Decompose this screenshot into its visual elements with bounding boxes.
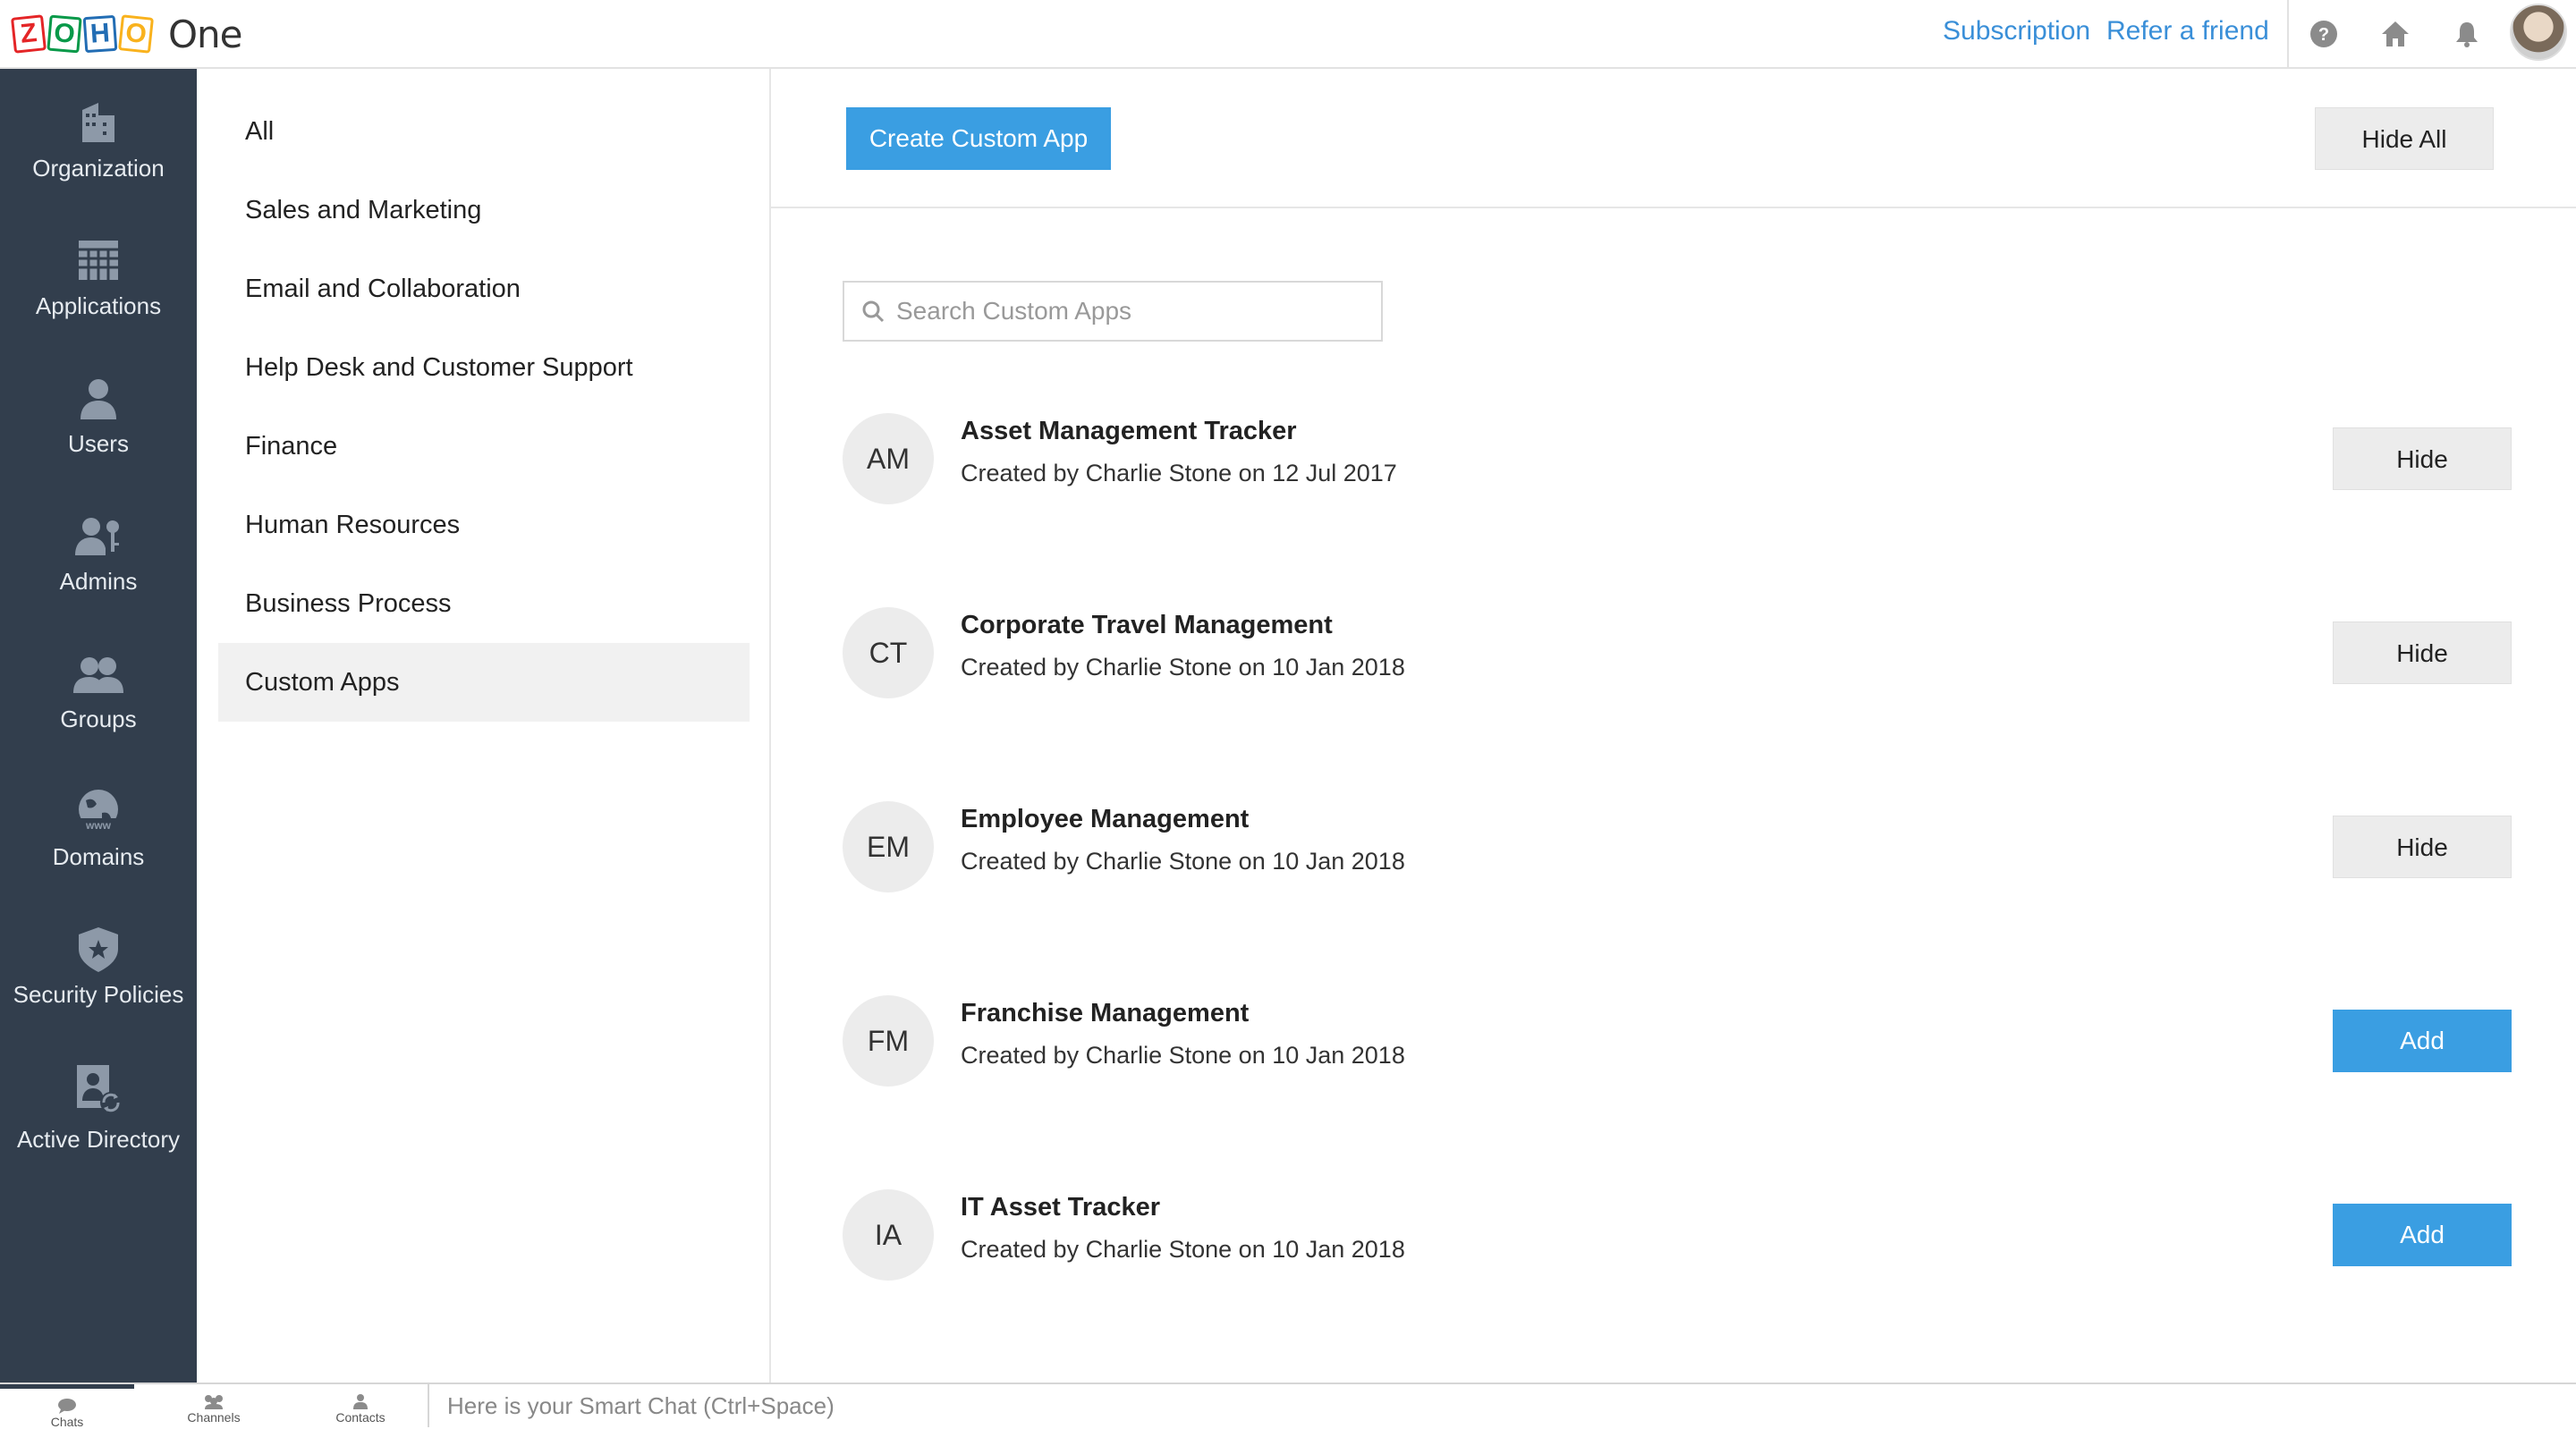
sidebar-item-applications[interactable]: Applications bbox=[0, 235, 197, 360]
sidebar-item-label: Security Policies bbox=[13, 981, 184, 1008]
app-created-by: Created by Charlie Stone on 10 Jan 2018 bbox=[961, 848, 1405, 875]
app-name[interactable]: Employee Management bbox=[961, 805, 1249, 834]
building-icon bbox=[82, 103, 114, 142]
app-avatar: FM bbox=[843, 995, 934, 1087]
tab-label: Chats bbox=[50, 1415, 84, 1429]
tab-chats[interactable]: Chats bbox=[0, 1384, 134, 1429]
app-created-by: Created by Charlie Stone on 10 Jan 2018 bbox=[961, 654, 1405, 681]
sidebar-item-users[interactable]: Users bbox=[0, 373, 197, 498]
search-icon bbox=[862, 300, 885, 323]
category-finance[interactable]: Finance bbox=[218, 407, 750, 486]
app-created-by: Created by Charlie Stone on 12 Jul 2017 bbox=[961, 460, 1397, 486]
category-business-process[interactable]: Business Process bbox=[218, 564, 750, 643]
app-row: CT Corporate Travel Management Created b… bbox=[843, 607, 2512, 700]
category-human-resources[interactable]: Human Resources bbox=[218, 486, 750, 564]
bottom-chat-bar: Chats Channels Contacts bbox=[0, 1382, 2576, 1429]
sidebar-item-active-directory[interactable]: Active Directory bbox=[0, 1061, 197, 1187]
sidebar-item-label: Groups bbox=[60, 706, 137, 732]
home-icon[interactable] bbox=[2379, 18, 2411, 50]
user-icon bbox=[80, 379, 116, 419]
app-created-by: Created by Charlie Stone on 10 Jan 2018 bbox=[961, 1236, 1405, 1263]
add-button[interactable]: Add bbox=[2333, 1010, 2512, 1072]
category-panel: All Sales and Marketing Email and Collab… bbox=[197, 69, 771, 1382]
contacts-icon bbox=[353, 1394, 368, 1409]
hide-all-button[interactable]: Hide All bbox=[2315, 107, 2494, 170]
category-email-and-collaboration[interactable]: Email and Collaboration bbox=[218, 249, 750, 328]
tab-contacts[interactable]: Contacts bbox=[293, 1384, 428, 1427]
globe-www-icon: www bbox=[77, 790, 120, 832]
product-name: One bbox=[168, 12, 243, 56]
sidebar-item-admins[interactable]: Admins bbox=[0, 511, 197, 636]
sidebar-item-label: Organization bbox=[32, 155, 165, 182]
logo-letter-z: Z bbox=[11, 14, 47, 54]
logo-letter-o-2: O bbox=[118, 14, 154, 54]
app-row: AM Asset Management Tracker Created by C… bbox=[843, 413, 2512, 506]
admin-key-icon bbox=[75, 518, 119, 555]
tab-channels[interactable]: Channels bbox=[147, 1384, 281, 1427]
app-avatar: IA bbox=[843, 1189, 934, 1281]
profile-avatar[interactable] bbox=[2510, 4, 2567, 61]
sidebar-item-security-policies[interactable]: Security Policies bbox=[0, 924, 197, 1049]
topbar-divider bbox=[2287, 0, 2289, 69]
hide-button[interactable]: Hide bbox=[2333, 621, 2512, 684]
sidebar-item-organization[interactable]: Organization bbox=[0, 97, 197, 223]
help-icon[interactable]: ? bbox=[2308, 18, 2340, 50]
svg-text:www: www bbox=[85, 819, 112, 832]
tab-label: Channels bbox=[187, 1410, 241, 1425]
bottombar-divider bbox=[428, 1384, 429, 1427]
hide-button[interactable]: Hide bbox=[2333, 816, 2512, 878]
bell-icon[interactable] bbox=[2451, 18, 2483, 50]
sidebar-item-label: Admins bbox=[59, 568, 138, 595]
hide-button[interactable]: Hide bbox=[2333, 427, 2512, 490]
app-avatar: EM bbox=[843, 801, 934, 892]
main-sidebar: Organization Applications Users Admins G… bbox=[0, 69, 197, 1382]
group-icon bbox=[73, 657, 123, 693]
app-name[interactable]: IT Asset Tracker bbox=[961, 1193, 1160, 1222]
app-name[interactable]: Franchise Management bbox=[961, 999, 1249, 1028]
smart-chat-input[interactable] bbox=[447, 1388, 2558, 1424]
grid-icon bbox=[79, 241, 118, 280]
tab-label: Contacts bbox=[335, 1410, 386, 1425]
app-row: EM Employee Management Created by Charli… bbox=[843, 801, 2512, 894]
category-sales-and-marketing[interactable]: Sales and Marketing bbox=[218, 171, 750, 249]
main-header: Create Custom App Hide All bbox=[771, 69, 2576, 208]
main-content: Create Custom App Hide All AM Asset Mana… bbox=[771, 69, 2576, 1382]
create-custom-app-button[interactable]: Create Custom App bbox=[846, 107, 1111, 170]
category-all[interactable]: All bbox=[218, 92, 750, 171]
svg-text:?: ? bbox=[2318, 25, 2329, 45]
sidebar-item-groups[interactable]: Groups bbox=[0, 648, 197, 774]
logo-letter-h: H bbox=[82, 14, 118, 54]
sidebar-item-label: Applications bbox=[35, 292, 162, 319]
logo-letter-o: O bbox=[47, 14, 82, 54]
category-custom-apps[interactable]: Custom Apps bbox=[218, 643, 750, 722]
channels-icon bbox=[205, 1395, 223, 1409]
app-row: IA IT Asset Tracker Created by Charlie S… bbox=[843, 1189, 2512, 1282]
app-row: FM Franchise Management Created by Charl… bbox=[843, 995, 2512, 1088]
app-avatar: CT bbox=[843, 607, 934, 698]
sidebar-item-label: Domains bbox=[52, 843, 145, 870]
search-box[interactable] bbox=[843, 281, 1383, 342]
sidebar-item-label: Active Directory bbox=[16, 1126, 181, 1153]
sidebar-item-label: Users bbox=[68, 430, 129, 457]
app-name[interactable]: Asset Management Tracker bbox=[961, 417, 1297, 446]
zoho-one-logo[interactable]: Z O H O One bbox=[11, 9, 243, 59]
app-name[interactable]: Corporate Travel Management bbox=[961, 611, 1333, 640]
category-help-desk[interactable]: Help Desk and Customer Support bbox=[218, 328, 750, 407]
directory-sync-icon bbox=[77, 1065, 122, 1113]
shield-star-icon bbox=[79, 927, 118, 972]
app-created-by: Created by Charlie Stone on 10 Jan 2018 bbox=[961, 1042, 1405, 1069]
subscription-link[interactable]: Subscription bbox=[1943, 16, 2090, 47]
top-bar: Z O H O One Subscription Refer a friend … bbox=[0, 0, 2576, 69]
refer-a-friend-link[interactable]: Refer a friend bbox=[2106, 16, 2269, 47]
chat-icon bbox=[58, 1399, 76, 1414]
search-input[interactable] bbox=[896, 292, 1370, 331]
sidebar-item-domains[interactable]: www Domains bbox=[0, 786, 197, 911]
app-avatar: AM bbox=[843, 413, 934, 504]
add-button[interactable]: Add bbox=[2333, 1204, 2512, 1266]
